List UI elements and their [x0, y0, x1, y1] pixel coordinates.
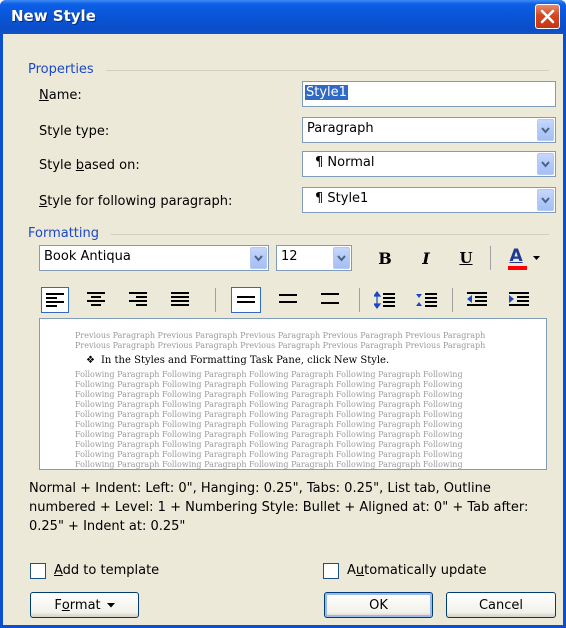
automatically-update-checkbox[interactable]: [323, 563, 339, 579]
preview-previous-paragraph: Previous Paragraph Previous Paragraph Pr…: [75, 331, 486, 340]
close-button[interactable]: [535, 4, 560, 29]
preview-following-paragraph: Following Paragraph Following Paragraph …: [75, 430, 463, 439]
align-right-icon: [129, 292, 147, 306]
add-to-template-label[interactable]: Add to template: [54, 563, 159, 578]
one-half-spacing-icon: [279, 294, 297, 303]
align-right-button[interactable]: [125, 287, 153, 313]
automatically-update-label[interactable]: Automatically update: [347, 563, 487, 578]
font-name-value: Book Antiqua: [44, 249, 131, 264]
add-to-template-checkbox[interactable]: [30, 563, 46, 579]
font-name-dropdown-arrow[interactable]: [250, 247, 267, 269]
properties-divider: [106, 70, 549, 71]
new-style-dialog: New Style Properties Name: Style1 Style …: [0, 0, 566, 628]
style-preview: Previous Paragraph Previous Paragraph Pr…: [39, 318, 547, 470]
font-color-swatch: [507, 266, 527, 270]
justify-icon: [171, 292, 189, 306]
align-center-icon: [87, 292, 105, 306]
name-label: Name:: [39, 88, 82, 103]
toolbar-separator: [359, 288, 360, 312]
increase-indent-icon: [509, 292, 529, 306]
preview-following-paragraph: Following Paragraph Following Paragraph …: [75, 450, 463, 459]
increase-spacing-icon: [374, 291, 395, 309]
justify-button[interactable]: [167, 287, 195, 313]
following-paragraph-dropdown-arrow[interactable]: [537, 189, 554, 211]
toolbar-separator: [215, 288, 216, 312]
format-button[interactable]: Fo rmat: [30, 592, 139, 618]
align-left-icon: [46, 293, 64, 307]
preview-following-paragraph: Following Paragraph Following Paragraph …: [75, 390, 463, 399]
name-input[interactable]: Style1: [302, 81, 556, 107]
preview-following-paragraph: Following Paragraph Following Paragraph …: [75, 400, 463, 409]
based-on-value: ¶ Normal: [315, 155, 375, 170]
style-description: Normal + Indent: Left: 0", Hanging: 0.25…: [29, 481, 529, 534]
font-color-icon: A: [505, 246, 531, 270]
chevron-down-icon: [541, 127, 550, 134]
underline-button[interactable]: U: [451, 245, 481, 271]
chevron-down-icon: [106, 602, 115, 607]
preview-following-paragraph: Following Paragraph Following Paragraph …: [75, 410, 463, 419]
chevron-down-icon: [541, 161, 550, 168]
decrease-indent-icon: [467, 292, 487, 306]
decrease-indent-button[interactable]: [463, 287, 491, 313]
font-size-dropdown-arrow[interactable]: [333, 247, 350, 269]
preview-previous-paragraph: Previous Paragraph Previous Paragraph Pr…: [75, 341, 486, 350]
preview-following-paragraph: Following Paragraph Following Paragraph …: [75, 370, 463, 379]
single-spacing-button[interactable]: [231, 287, 261, 313]
italic-button[interactable]: I: [411, 245, 441, 271]
close-icon: [540, 9, 555, 24]
decrease-spacing-before-button[interactable]: [413, 287, 441, 313]
align-center-button[interactable]: [83, 287, 111, 313]
preview-following-paragraph: Following Paragraph Following Paragraph …: [75, 460, 463, 469]
following-paragraph-value: ¶ Style1: [315, 191, 369, 206]
font-size-value: 12: [281, 249, 298, 264]
double-spacing-button[interactable]: [317, 287, 345, 313]
toolbar-separator: [490, 246, 491, 270]
single-spacing-icon: [237, 296, 255, 303]
double-spacing-icon: [321, 293, 339, 304]
based-on-dropdown-arrow[interactable]: [537, 153, 554, 175]
font-color-button[interactable]: A: [500, 245, 544, 271]
preview-following-paragraph: Following Paragraph Following Paragraph …: [75, 440, 463, 449]
formatting-divider: [111, 234, 549, 235]
style-type-select[interactable]: Paragraph: [302, 117, 556, 143]
bold-button[interactable]: B: [370, 245, 400, 271]
dialog-title: New Style: [11, 7, 96, 25]
based-on-select[interactable]: ¶ Normal: [302, 151, 556, 177]
chevron-down-icon: [254, 255, 263, 262]
bullet-icon: ❖: [86, 355, 95, 366]
chevron-down-icon: [541, 197, 550, 204]
cancel-button[interactable]: Cancel: [446, 592, 556, 618]
chevron-down-icon: [532, 255, 540, 260]
toolbar-separator: [452, 288, 453, 312]
name-input-value: Style1: [305, 85, 348, 100]
style-type-value: Paragraph: [307, 121, 374, 136]
preview-following-paragraph: Following Paragraph Following Paragraph …: [75, 380, 463, 389]
ok-button[interactable]: OK: [324, 592, 433, 618]
following-paragraph-select[interactable]: ¶ Style1: [302, 187, 556, 213]
style-type-dropdown-arrow[interactable]: [537, 119, 554, 141]
increase-spacing-before-button[interactable]: [371, 287, 399, 313]
properties-legend: Properties: [28, 62, 94, 77]
formatting-legend: Formatting: [28, 226, 100, 241]
following-paragraph-label: Style for following paragraph:: [39, 194, 233, 209]
one-half-spacing-button[interactable]: [275, 287, 303, 313]
chevron-down-icon: [337, 255, 346, 262]
decrease-spacing-icon: [416, 293, 437, 307]
style-type-label: Style type:: [39, 124, 110, 139]
align-left-button[interactable]: [41, 287, 69, 313]
increase-indent-button[interactable]: [505, 287, 533, 313]
preview-sample-text: ❖ In the Styles and Formatting Task Pane,…: [86, 355, 390, 366]
based-on-label: Style based on:: [39, 158, 140, 173]
font-name-select[interactable]: Book Antiqua: [39, 245, 269, 271]
title-bar[interactable]: New Style: [0, 0, 566, 34]
font-size-select[interactable]: 12: [276, 245, 352, 271]
preview-following-paragraph: Following Paragraph Following Paragraph …: [75, 420, 463, 429]
